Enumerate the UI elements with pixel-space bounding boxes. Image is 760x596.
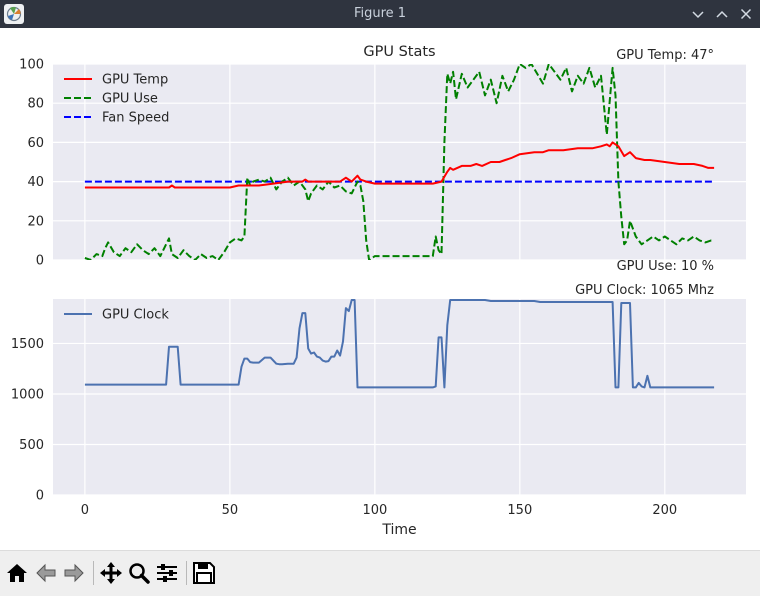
home-icon xyxy=(7,564,27,582)
close-button[interactable] xyxy=(736,4,756,24)
forward-button[interactable] xyxy=(61,560,87,586)
back-button[interactable] xyxy=(33,560,59,586)
ax1-chart-title: GPU Stats xyxy=(363,44,435,60)
home-button[interactable] xyxy=(4,560,30,586)
window-title: Figure 1 xyxy=(353,6,407,21)
chevron-down-icon xyxy=(692,11,704,19)
zoom-button[interactable] xyxy=(126,560,152,586)
magnifier-icon xyxy=(129,563,150,584)
toolbar-separator xyxy=(93,561,94,585)
floppy-disk-icon xyxy=(193,562,215,584)
ax2-y-tick-label: 1000 xyxy=(11,387,44,402)
pan-button[interactable] xyxy=(98,560,124,586)
matplotlib-figure-icon xyxy=(4,4,24,24)
ax1-bottom-right-annotation: GPU Use: 10 % xyxy=(617,259,714,274)
ax1-legend-label-gpu-temp: GPU Temp xyxy=(102,73,168,88)
ax2-x-tick-label: 0 xyxy=(81,503,89,518)
ax1-y-tick-label: 0 xyxy=(36,254,44,269)
ax2-axes-background xyxy=(53,299,746,495)
maximize-button[interactable] xyxy=(712,4,732,24)
ax2-top-right-annotation: GPU Clock: 1065 Mhz xyxy=(575,283,714,298)
configure-subplots-button[interactable] xyxy=(154,560,180,586)
arrow-left-icon xyxy=(36,563,56,583)
sliders-icon xyxy=(157,564,177,582)
ax1-y-tick-label: 60 xyxy=(27,136,44,151)
save-button[interactable] xyxy=(191,560,217,586)
ax2-y-tick-label: 500 xyxy=(19,438,44,453)
ax1-legend-label-gpu-use: GPU Use xyxy=(102,92,158,107)
ax2-x-tick-label: 100 xyxy=(362,503,387,518)
ax1-y-tick-label: 100 xyxy=(19,58,44,73)
ax1-legend-label-fan-speed: Fan Speed xyxy=(102,111,169,126)
toolbar-separator xyxy=(186,561,187,585)
move-icon xyxy=(100,562,122,584)
window-titlebar[interactable]: Figure 1 xyxy=(0,0,760,28)
ax1-y-tick-label: 80 xyxy=(27,97,44,112)
gpu-stats-figure: 0 20 40 60 80 100 GPU Temp GPU Use Fan Speed GPU … xyxy=(11,44,746,538)
minimize-button[interactable] xyxy=(688,4,708,24)
figure-canvas[interactable]: 0 20 40 60 80 100 GPU Temp GPU Use Fan Speed GPU … xyxy=(0,28,760,550)
ax2-x-tick-label: 200 xyxy=(652,503,677,518)
close-icon xyxy=(740,8,752,20)
ax2-x-tick-label: 150 xyxy=(507,503,532,518)
ax2-x-tick-label: 50 xyxy=(222,503,239,518)
ax1-y-tick-label: 40 xyxy=(27,175,44,190)
ax2-y-tick-label: 0 xyxy=(36,489,44,504)
navigation-toolbar xyxy=(0,550,760,596)
ax2-y-tick-label: 1500 xyxy=(11,337,44,352)
ax2-legend-label-gpu-clock: GPU Clock xyxy=(102,308,169,323)
ax2-x-axis-label: Time xyxy=(381,522,416,538)
chevron-up-icon xyxy=(716,10,728,18)
arrow-right-icon xyxy=(64,563,84,583)
ax1-y-tick-label: 20 xyxy=(27,214,44,229)
ax1-top-right-annotation: GPU Temp: 47° xyxy=(616,48,714,63)
